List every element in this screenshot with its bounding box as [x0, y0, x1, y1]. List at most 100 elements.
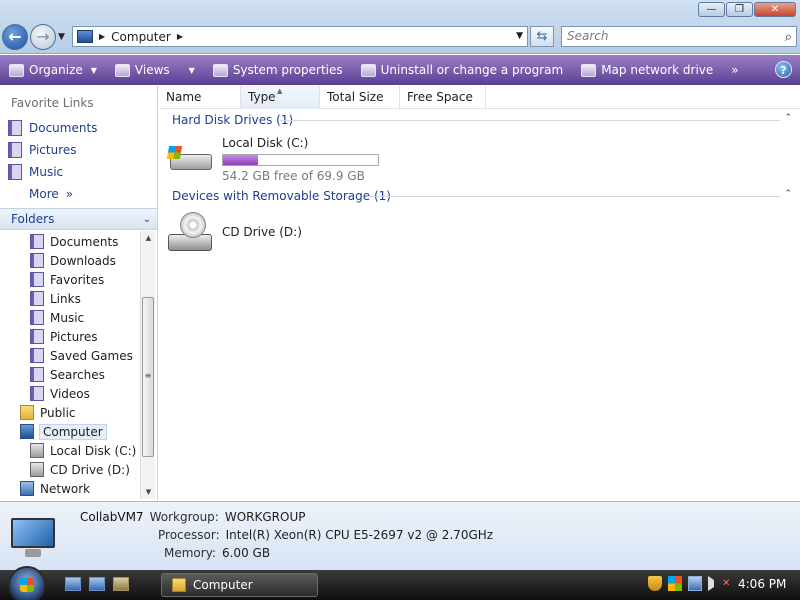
hard-disk-icon	[30, 443, 44, 458]
column-free-space[interactable]: Free Space	[400, 86, 486, 109]
tree-item-saved-games[interactable]: Saved Games	[30, 346, 133, 365]
volume-muted-icon[interactable]: ✕	[722, 576, 732, 591]
switch-windows-icon[interactable]	[89, 577, 105, 591]
organize-label: Organize	[29, 63, 83, 77]
quick-launch-icon[interactable]	[113, 577, 129, 591]
chevron-right-icon: »	[65, 187, 74, 201]
address-dropdown-icon[interactable]: ▼	[516, 31, 523, 41]
tree-item-downloads[interactable]: Downloads	[30, 251, 116, 270]
map-network-drive-label: Map network drive	[601, 63, 714, 77]
cd-drive-icon	[30, 462, 44, 477]
forward-button[interactable]: →	[30, 24, 56, 50]
cd-drive-icon	[168, 212, 214, 254]
computer-icon	[77, 30, 93, 43]
saved-games-icon	[30, 348, 44, 363]
tree-item-label: Saved Games	[50, 348, 133, 363]
maximize-button[interactable]: ❐	[726, 2, 753, 17]
tree-item-label: Pictures	[50, 329, 98, 344]
column-name[interactable]: Name	[159, 86, 241, 109]
volume-icon[interactable]	[708, 576, 716, 591]
folders-toggle[interactable]: Folders ⌄	[0, 208, 157, 230]
tree-item-label: Favorites	[50, 272, 105, 287]
folders-scrollbar[interactable]: ▲ ≡ ▼	[140, 231, 155, 499]
show-desktop-icon[interactable]	[65, 577, 81, 591]
group-removable-storage[interactable]: Devices with Removable Storage (1)	[172, 189, 391, 203]
chevron-down-icon: ⌄	[142, 214, 151, 225]
tree-item-computer[interactable]: Computer	[20, 422, 107, 441]
network-status-icon[interactable]	[688, 576, 702, 591]
tree-item-label: Downloads	[50, 253, 116, 268]
drive-local-disk[interactable]: Local Disk (C:) 54.2 GB free of 69.9 GB	[166, 136, 379, 183]
tree-item-videos[interactable]: Videos	[30, 384, 90, 403]
scroll-down-icon[interactable]: ▼	[141, 485, 156, 499]
group-hard-disk-drives[interactable]: Hard Disk Drives (1)	[172, 113, 293, 127]
tree-item-network[interactable]: Network	[20, 479, 90, 498]
search-input[interactable]: Search ⌕	[561, 26, 797, 47]
column-headers: Name ▲ Type Total Size Free Space	[159, 86, 800, 109]
uninstall-program-button[interactable]: Uninstall or change a program	[352, 55, 573, 85]
music-icon	[30, 310, 44, 325]
search-icon[interactable]: ⌕	[785, 28, 792, 47]
folders-label: Folders	[11, 212, 55, 226]
action-center-flag-icon[interactable]	[668, 576, 682, 591]
processor-label: Processor:	[158, 528, 220, 542]
tree-item-music[interactable]: Music	[30, 308, 84, 327]
group-divider	[367, 196, 780, 197]
tree-item-documents[interactable]: Documents	[30, 232, 118, 251]
command-bar: Organize ▼ Views ▼ System properties Uni…	[0, 55, 800, 85]
views-button[interactable]: Views ▼	[106, 55, 204, 85]
favorite-music[interactable]: Music	[8, 164, 63, 180]
disk-usage-fill	[223, 155, 258, 165]
close-button[interactable]: ✕	[754, 2, 796, 17]
favorite-documents[interactable]: Documents	[8, 120, 97, 136]
scroll-thumb[interactable]: ≡	[142, 297, 154, 457]
taskbar-clock[interactable]: 4:06 PM	[738, 577, 786, 591]
tree-item-favorites[interactable]: Favorites	[30, 270, 104, 289]
taskbar-computer-label: Computer	[193, 578, 253, 592]
drive-local-disk-info: Local Disk (C:) 54.2 GB free of 69.9 GB	[222, 136, 379, 183]
processor-value: Intel(R) Xeon(R) CPU E5-2697 v2 @ 2.70GH…	[225, 528, 494, 542]
tree-item-label: CD Drive (D:)	[50, 462, 130, 477]
minimize-button[interactable]: —	[698, 2, 725, 17]
tree-item-label: Computer	[39, 423, 107, 440]
taskbar-computer-button[interactable]: Computer	[161, 573, 318, 597]
column-type[interactable]: ▲ Type	[241, 86, 320, 109]
tree-item-cd-drive[interactable]: CD Drive (D:)	[30, 460, 130, 479]
back-button[interactable]: ←	[2, 24, 28, 50]
toolbar-overflow-button[interactable]: »	[722, 55, 747, 85]
refresh-button[interactable]: ⇆	[530, 26, 554, 47]
tree-item-pictures[interactable]: Pictures	[30, 327, 98, 346]
sort-indicator-icon: ▲	[277, 87, 283, 95]
tree-item-links[interactable]: Links	[30, 289, 81, 308]
tree-item-public[interactable]: Public	[20, 403, 76, 422]
collapse-group-icon[interactable]: ⌃	[784, 113, 792, 123]
map-network-drive-button[interactable]: Map network drive	[572, 55, 722, 85]
downloads-icon	[30, 253, 44, 268]
tree-item-label: Music	[50, 310, 85, 325]
address-bar[interactable]: ▶ Computer ▶ ▼	[72, 26, 528, 47]
collapse-group-icon[interactable]: ⌃	[784, 189, 792, 199]
column-total-size[interactable]: Total Size	[320, 86, 400, 109]
tree-item-searches[interactable]: Searches	[30, 365, 105, 384]
drive-cd[interactable]: CD Drive (D:)	[168, 212, 302, 254]
memory-value: 6.00 GB	[221, 546, 271, 560]
tree-item-label: Links	[50, 291, 81, 306]
favorite-more[interactable]: More »	[8, 186, 73, 202]
folder-icon	[20, 405, 34, 420]
scroll-up-icon[interactable]: ▲	[141, 231, 156, 245]
breadcrumb-computer[interactable]: Computer	[111, 30, 171, 44]
memory-label: Memory:	[164, 546, 216, 560]
security-shield-icon[interactable]	[648, 576, 662, 591]
group-hard-disk-drives-label: Hard Disk Drives (1)	[172, 113, 294, 127]
breadcrumb-arrow-icon[interactable]: ▶	[99, 32, 105, 41]
breadcrumb-arrow-icon[interactable]: ▶	[177, 32, 183, 41]
start-button[interactable]	[8, 566, 46, 600]
help-button[interactable]: ?	[775, 61, 792, 78]
tree-item-local-disk[interactable]: Local Disk (C:)	[30, 441, 136, 460]
recent-pages-dropdown[interactable]: ▼	[58, 32, 65, 42]
computer-icon	[20, 424, 34, 439]
network-icon	[20, 481, 34, 496]
favorite-pictures[interactable]: Pictures	[8, 142, 77, 158]
organize-button[interactable]: Organize ▼	[0, 55, 106, 85]
